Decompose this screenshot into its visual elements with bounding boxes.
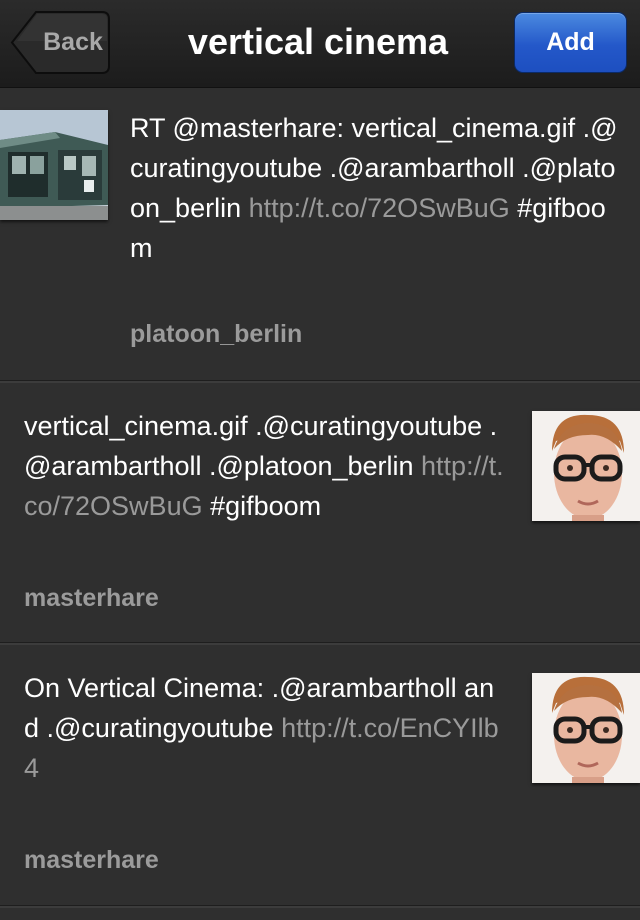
tweet-item[interactable]: On Vertical Cinema: .@arambartholl and .… <box>0 645 640 905</box>
avatar <box>532 411 640 521</box>
tweet-text: On Vertical Cinema: .@arambartholl and .… <box>24 668 509 788</box>
add-button[interactable]: Add <box>514 12 627 73</box>
building-photo-icon <box>0 110 108 220</box>
tweet-item[interactable]: RT @masterhare: vertical_cinema.gif .@cu… <box>0 89 640 380</box>
divider <box>0 905 640 908</box>
tweet-username[interactable]: masterhare <box>24 846 159 875</box>
tweet-item[interactable]: vertical_cinema.gif .@curatingyoutube .@… <box>0 383 640 642</box>
tweet-hashtag: #gifboom <box>202 491 322 521</box>
page-title: vertical cinema <box>187 21 449 62</box>
tweet-link[interactable]: http://t.co/72OSwBuG <box>249 193 510 223</box>
back-button[interactable]: Back <box>10 11 110 74</box>
navigation-bar: Back vertical cinema Add <box>0 0 640 88</box>
tweet-text: vertical_cinema.gif .@curatingyoutube .@… <box>24 406 509 526</box>
back-button-label: Back <box>43 28 103 56</box>
person-photo-icon <box>532 411 640 521</box>
avatar <box>532 673 640 783</box>
person-photo-icon <box>532 673 640 783</box>
tweet-text: RT @masterhare: vertical_cinema.gif .@cu… <box>130 108 620 268</box>
avatar <box>0 110 108 220</box>
tweet-username[interactable]: platoon_berlin <box>130 320 302 349</box>
tweet-username[interactable]: masterhare <box>24 584 159 613</box>
